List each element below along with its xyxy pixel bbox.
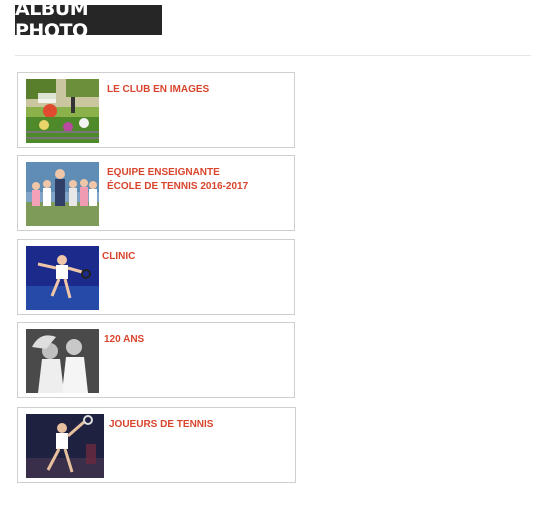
album-label[interactable]: CLINIC xyxy=(102,250,135,264)
album-thumbnail-120-ans[interactable] xyxy=(26,329,99,393)
page-title: ALBUM PHOTO xyxy=(15,0,89,42)
album-label[interactable]: LE CLUB EN IMAGES xyxy=(107,83,209,97)
album-label-line[interactable]: ÉCOLE DE TENNIS 2016-2017 xyxy=(107,180,248,194)
album-label[interactable]: JOUEURS DE TENNIS xyxy=(109,418,213,432)
album-thumbnail-equipe[interactable] xyxy=(26,162,99,226)
album-card-clinic[interactable]: CLINIC xyxy=(17,239,295,315)
album-label-line[interactable]: EQUIPE ENSEIGNANTE xyxy=(107,166,248,180)
album-thumbnail-clinic[interactable] xyxy=(26,246,99,310)
album-label[interactable]: EQUIPE ENSEIGNANTE ÉCOLE DE TENNIS 2016-… xyxy=(107,166,248,194)
album-photo-title: ALBUM PHOTO xyxy=(15,0,162,42)
album-card-joueurs-de-tennis[interactable]: JOUEURS DE TENNIS xyxy=(17,407,296,483)
header-divider xyxy=(15,55,531,56)
album-label[interactable]: 120 ANS xyxy=(104,333,144,347)
album-card-equipe-enseignante[interactable]: EQUIPE ENSEIGNANTE ÉCOLE DE TENNIS 2016-… xyxy=(17,155,295,231)
album-card-club-images[interactable]: LE CLUB EN IMAGES xyxy=(17,72,295,148)
album-thumbnail-joueurs[interactable] xyxy=(26,414,104,478)
album-card-120-ans[interactable]: 120 ANS xyxy=(17,322,295,398)
album-thumbnail-club[interactable] xyxy=(26,79,99,143)
